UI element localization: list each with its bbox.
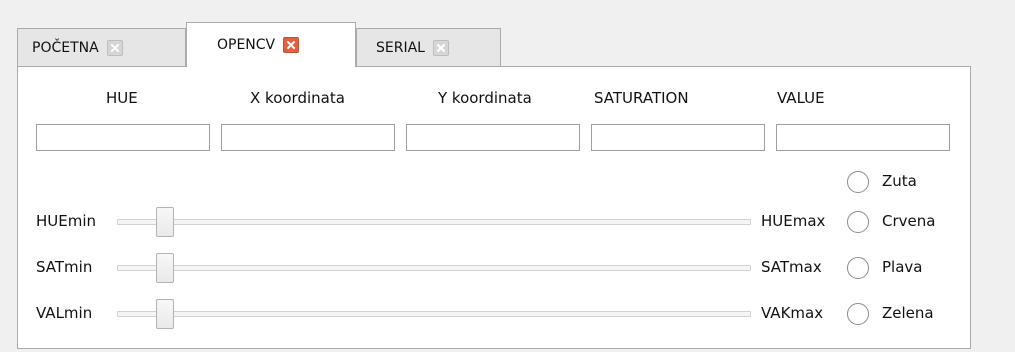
val-slider-handle[interactable] (156, 299, 174, 329)
val-min-label: VALmin (36, 304, 93, 322)
val-max-label: VAKmax (761, 304, 824, 322)
y-coordinate-label: Y koordinata (438, 89, 532, 107)
val-slider-track[interactable] (117, 311, 751, 317)
radio-zelena-label: Zelena (882, 304, 934, 322)
hue-input[interactable] (36, 124, 210, 151)
sat-max-label: SATmax (761, 258, 822, 276)
hue-max-label: HUEmax (761, 212, 826, 230)
sat-min-label: SATmin (36, 258, 93, 276)
tab-pocetna[interactable]: POČETNA (17, 28, 186, 66)
value-input[interactable] (776, 124, 950, 151)
tab-opencv-label: OPENCV (217, 37, 276, 53)
tab-serial-close-icon[interactable] (432, 39, 449, 56)
x-coordinate-input[interactable] (221, 124, 395, 151)
saturation-label: SATURATION (594, 89, 689, 107)
radio-plava-label: Plava (882, 258, 923, 276)
radio-crvena-label: Crvena (882, 212, 936, 230)
hue-label: HUE (106, 89, 138, 107)
close-icon (287, 41, 296, 49)
tab-serial[interactable]: SERIAL (356, 28, 501, 66)
tab-pocetna-label: POČETNA (32, 39, 99, 56)
app-root: POČETNA OPENCV SERIAL HUE X koordinata Y… (0, 0, 1015, 352)
radio-zuta[interactable] (847, 171, 869, 193)
tab-serial-label: SERIAL (376, 39, 425, 56)
tab-opencv-close-icon[interactable] (283, 37, 300, 53)
tab-opencv[interactable]: OPENCV (186, 22, 356, 67)
close-icon (110, 43, 119, 52)
y-coordinate-input[interactable] (406, 124, 580, 151)
sat-slider-track[interactable] (117, 265, 751, 271)
radio-plava[interactable] (847, 257, 869, 279)
radio-crvena[interactable] (847, 211, 869, 233)
sat-slider-handle[interactable] (156, 253, 174, 283)
radio-zelena[interactable] (847, 303, 869, 325)
hue-slider-track[interactable] (117, 219, 751, 225)
value-label: VALUE (777, 89, 825, 107)
close-icon (436, 43, 445, 52)
saturation-input[interactable] (591, 124, 765, 151)
x-coordinate-label: X koordinata (250, 89, 345, 107)
hue-min-label: HUEmin (36, 212, 97, 230)
hue-slider-handle[interactable] (156, 207, 174, 237)
tab-pocetna-close-icon[interactable] (106, 39, 123, 56)
radio-zuta-label: Zuta (882, 172, 917, 190)
